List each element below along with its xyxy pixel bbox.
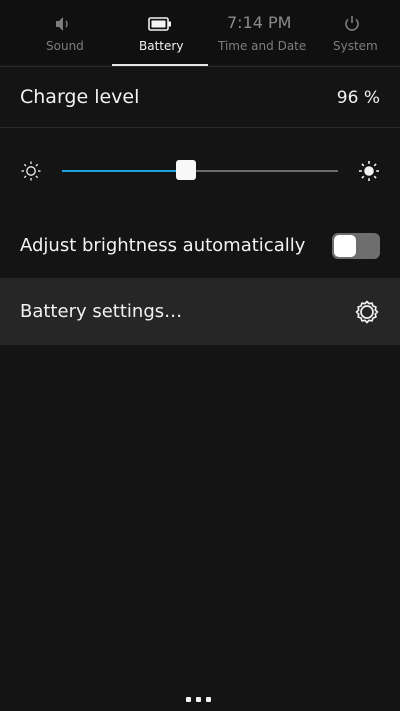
gear-icon	[353, 298, 381, 330]
header-divider	[0, 66, 400, 67]
sun-bright-icon	[358, 160, 380, 186]
indicator-bar: Sound Battery 7:14 PM Time and Date Syst…	[0, 0, 400, 64]
tab-label: Sound	[46, 39, 84, 53]
charge-level-value: 96 %	[336, 88, 380, 108]
sun-dim-icon	[20, 160, 42, 186]
tab-label: System	[333, 39, 378, 53]
tab-label: Time and Date	[218, 39, 307, 53]
battery-icon	[148, 12, 172, 36]
speaker-icon	[53, 12, 73, 36]
tab-time-and-date[interactable]: 7:14 PM Time and Date	[212, 0, 306, 64]
brightness-slider[interactable]	[62, 170, 338, 172]
auto-brightness-label: Adjust brightness automatically	[20, 235, 306, 256]
tab-label: Battery	[139, 39, 184, 53]
clock-time: 7:14 PM	[227, 13, 292, 32]
charge-divider	[0, 127, 400, 128]
tab-system[interactable]: System	[318, 0, 388, 64]
power-icon	[342, 12, 362, 36]
tab-battery[interactable]: Battery	[112, 0, 208, 64]
charge-level-label: Charge level	[20, 86, 140, 108]
switch-knob	[334, 235, 356, 257]
battery-settings-row[interactable]: Battery settings…	[0, 278, 400, 345]
auto-brightness-switch[interactable]	[332, 233, 380, 259]
brightness-slider-fill	[62, 170, 187, 172]
more-options-icon[interactable]	[186, 697, 211, 702]
battery-settings-label: Battery settings…	[20, 301, 183, 322]
brightness-slider-handle[interactable]	[176, 160, 197, 180]
tab-sound[interactable]: Sound	[20, 0, 106, 64]
